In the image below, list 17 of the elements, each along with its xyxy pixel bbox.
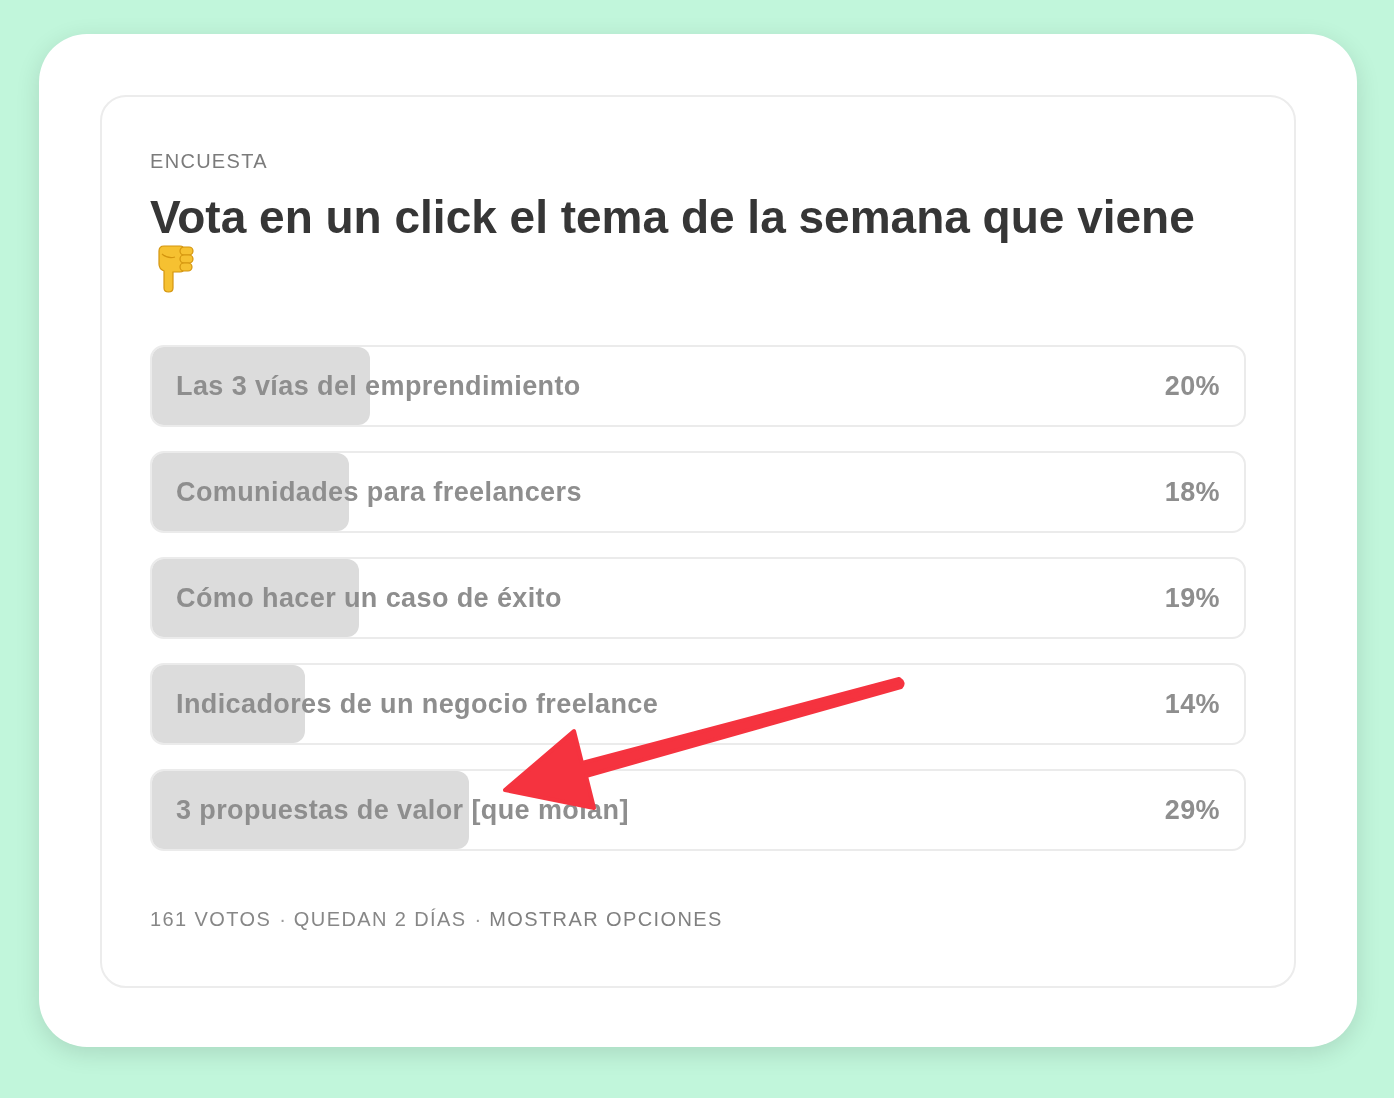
hand-pointing-down-icon [156,245,194,293]
option-percent: 29% [1164,793,1220,827]
option-percent: 19% [1164,581,1220,615]
option-percent: 18% [1164,475,1220,509]
option-label: Indicadores de un negocio freelance [176,687,659,721]
show-options-link[interactable]: MOSTRAR OPCIONES [489,906,723,932]
poll-label: ENCUESTA [150,149,269,173]
footer-text: QUEDAN 2 DÍAS [293,907,467,932]
separator-dot: · [279,907,286,932]
option-percent: 14% [1164,687,1220,721]
option-label: Las 3 vías del emprendimiento [176,369,581,403]
option-label: Cómo hacer un caso de éxito [176,581,562,615]
footer-text: 161 VOTOS [150,907,272,932]
option-label: Comunidades para freelancers [176,475,582,509]
separator-dot: · [474,907,482,932]
poll-title: Vota en un click el tema de la semana que viene [150,191,1196,243]
option-percent: 20% [1164,369,1220,403]
